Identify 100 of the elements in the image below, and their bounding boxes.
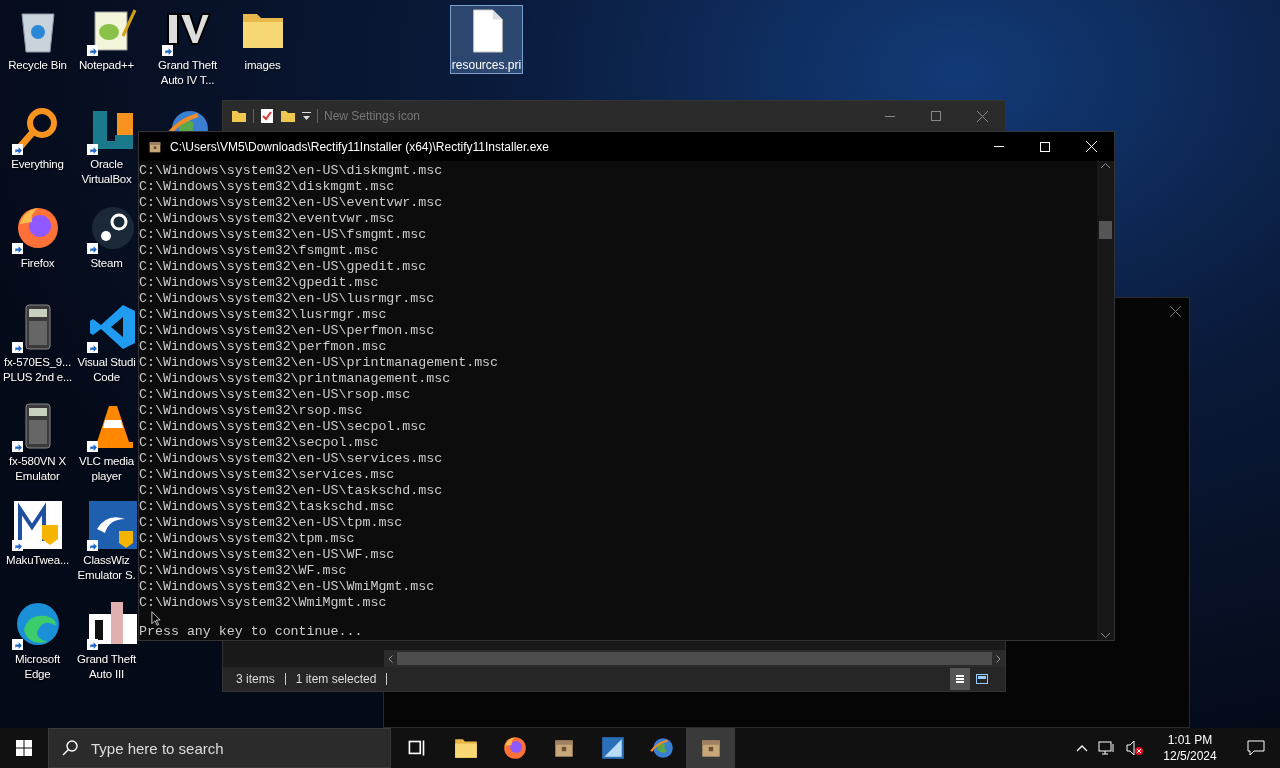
details-view-button[interactable]	[950, 668, 970, 690]
console-line: C:\Windows\system32\en-US\diskmgmt.msc	[139, 163, 443, 179]
status-text: 3 items	[236, 671, 275, 688]
desktop-icon-label[interactable]: Recycle Bin	[8, 58, 67, 73]
desktop-icon-label[interactable]: VLC media player	[78, 454, 135, 484]
console-line: C:\Windows\system32\en-US\WF.msc	[139, 547, 395, 563]
console-line: C:\Windows\system32\gpedit.msc	[139, 275, 379, 291]
list-icon	[956, 674, 964, 684]
console-line: C:\Windows\system32\taskschd.msc	[139, 499, 395, 515]
globe-icon	[648, 735, 675, 761]
desktop-icon-label[interactable]: Steam	[90, 256, 123, 271]
shortcut-arrow-icon	[86, 441, 98, 452]
desktop-icon-label[interactable]: Everything	[11, 157, 64, 172]
console-line: C:\Windows\system32\en-US\tpm.msc	[139, 515, 403, 531]
search-field[interactable]: Type here to search	[48, 728, 391, 768]
shortcut-arrow-icon	[11, 540, 23, 551]
desktop-icon-label[interactable]: MakuTwea...	[6, 553, 69, 568]
shortcut-arrow-icon	[86, 342, 98, 353]
console-line: C:\Windows\system32\lusrmgr.msc	[139, 307, 387, 323]
desktop-file[interactable]: resources.pri	[450, 5, 523, 74]
properties-icon[interactable]	[260, 108, 274, 124]
firefox-icon	[501, 735, 528, 761]
console-line: C:\Windows\system32\en-US\taskschd.msc	[139, 483, 443, 499]
scroll-left-icon[interactable]	[388, 654, 393, 663]
desktop-icon-label[interactable]: images	[244, 58, 281, 73]
close-icon	[976, 110, 988, 122]
shortcut-arrow-icon	[11, 441, 23, 452]
desktop-icon-label[interactable]: Grand Theft Auto IV T...	[158, 58, 217, 88]
console-line: C:\Windows\system32\en-US\perfmon.msc	[139, 323, 435, 339]
desktop-icon-label[interactable]: resources.pri	[451, 58, 522, 73]
maximize-icon	[931, 111, 941, 121]
scroll-right-icon[interactable]	[996, 654, 1001, 663]
calculator-app-icon	[599, 735, 626, 761]
desktop-icon-label[interactable]: fx-570ES_9... PLUS 2nd e...	[3, 355, 72, 385]
shortcut-arrow-icon	[161, 45, 173, 56]
maximize-icon	[1040, 141, 1050, 152]
search-icon	[62, 740, 78, 756]
shortcut-arrow-icon	[86, 45, 98, 56]
shortcut-arrow-icon	[11, 639, 23, 650]
console-line: C:\Windows\system32\en-US\printmanagement.msc	[139, 355, 499, 371]
window-title: C:\Users\VM5\Downloads\Rectify11Installer (x64)\Rectify11Installer.exe	[170, 138, 550, 156]
shortcut-arrow-icon	[11, 243, 23, 254]
shortcut-arrow-icon	[86, 540, 98, 551]
console-prompt: Press any key to continue...	[139, 624, 363, 640]
folder-icon[interactable]	[231, 108, 247, 124]
desktop-icon-label[interactable]: Microsoft Edge	[15, 652, 60, 682]
console-line: C:\Windows\system32\secpol.msc	[139, 435, 379, 451]
window-title: New Settings icon	[324, 108, 421, 125]
windows-logo-icon	[16, 740, 32, 756]
shortcut-arrow-icon	[11, 342, 23, 353]
status-text: 1 item selected	[295, 671, 377, 688]
minimize-icon	[994, 146, 1004, 147]
console-line: C:\Windows\system32\en-US\fsmgmt.msc	[139, 227, 427, 243]
scrollbar-thumb[interactable]	[1099, 221, 1112, 239]
mouse-pointer-icon	[151, 611, 161, 626]
desktop-icon-label[interactable]: Firefox	[20, 256, 55, 271]
console-line: C:\Windows\system32\printmanagement.msc	[139, 371, 451, 387]
console-line: C:\Windows\system32\WmiMgmt.msc	[139, 595, 387, 611]
folder-icon[interactable]	[280, 108, 296, 124]
shortcut-arrow-icon	[86, 639, 98, 650]
console-line: C:\Windows\system32\tpm.msc	[139, 531, 355, 547]
scroll-down-icon[interactable]	[1101, 632, 1110, 638]
vertical-scrollbar[interactable]	[1097, 161, 1114, 640]
desktop-icon-label[interactable]: fx-580VN X Emulator	[9, 454, 66, 484]
notification-icon	[1247, 740, 1265, 756]
console-line: C:\Windows\system32\en-US\eventvwr.msc	[139, 195, 443, 211]
console-line: C:\Windows\system32\en-US\gpedit.msc	[139, 259, 427, 275]
desktop-icon-label[interactable]: Visual Studi Code	[77, 355, 136, 385]
close-icon	[1085, 141, 1097, 152]
scrollbar-thumb[interactable]	[397, 652, 992, 665]
shortcut-arrow-icon	[86, 243, 98, 254]
network-icon[interactable]	[1098, 740, 1116, 756]
dropdown-icon[interactable]	[302, 111, 311, 121]
console-line: C:\Windows\system32\rsop.msc	[139, 403, 363, 419]
console-line: C:\Windows\system32\fsmgmt.msc	[139, 243, 379, 259]
volume-muted-icon[interactable]	[1126, 740, 1144, 756]
console-line: C:\Windows\system32\WF.msc	[139, 563, 347, 579]
desktop-icon-label[interactable]: Grand Theft Auto III	[77, 652, 136, 682]
console-line: C:\Windows\system32\diskmgmt.msc	[139, 179, 395, 195]
desktop-icon-label[interactable]: ClassWiz Emulator S.	[77, 553, 136, 583]
clock-date: 12/5/2024	[1163, 748, 1217, 764]
console-line: C:\Windows\system32\en-US\rsop.msc	[139, 387, 411, 403]
clock[interactable]: 1:01 PM 12/5/2024	[1154, 732, 1226, 764]
desktop-icon-label[interactable]: Oracle VirtualBox	[81, 157, 132, 187]
console-line: C:\Windows\system32\eventvwr.msc	[139, 211, 395, 227]
desktop-icon-label[interactable]: Notepad++	[78, 58, 135, 73]
thumbnail-icon	[976, 674, 988, 684]
close-icon[interactable]	[1170, 306, 1181, 317]
scroll-up-icon[interactable]	[1101, 163, 1110, 169]
clock-time: 1:01 PM	[1167, 732, 1213, 748]
console-line: C:\Windows\system32\en-US\lusrmgr.msc	[139, 291, 435, 307]
console-line: C:\Windows\system32\services.msc	[139, 467, 395, 483]
shortcut-arrow-icon	[11, 144, 23, 155]
console-line: C:\Windows\system32\en-US\secpol.msc	[139, 419, 427, 435]
console-line: C:\Windows\system32\en-US\services.msc	[139, 451, 443, 467]
horizontal-scrollbar[interactable]	[384, 650, 1005, 667]
chevron-up-icon[interactable]	[1076, 744, 1088, 752]
console-line: C:\Windows\system32\perfmon.msc	[139, 339, 387, 355]
shortcut-arrow-icon	[86, 144, 98, 155]
console-line: C:\Windows\system32\en-US\WmiMgmt.msc	[139, 579, 435, 595]
